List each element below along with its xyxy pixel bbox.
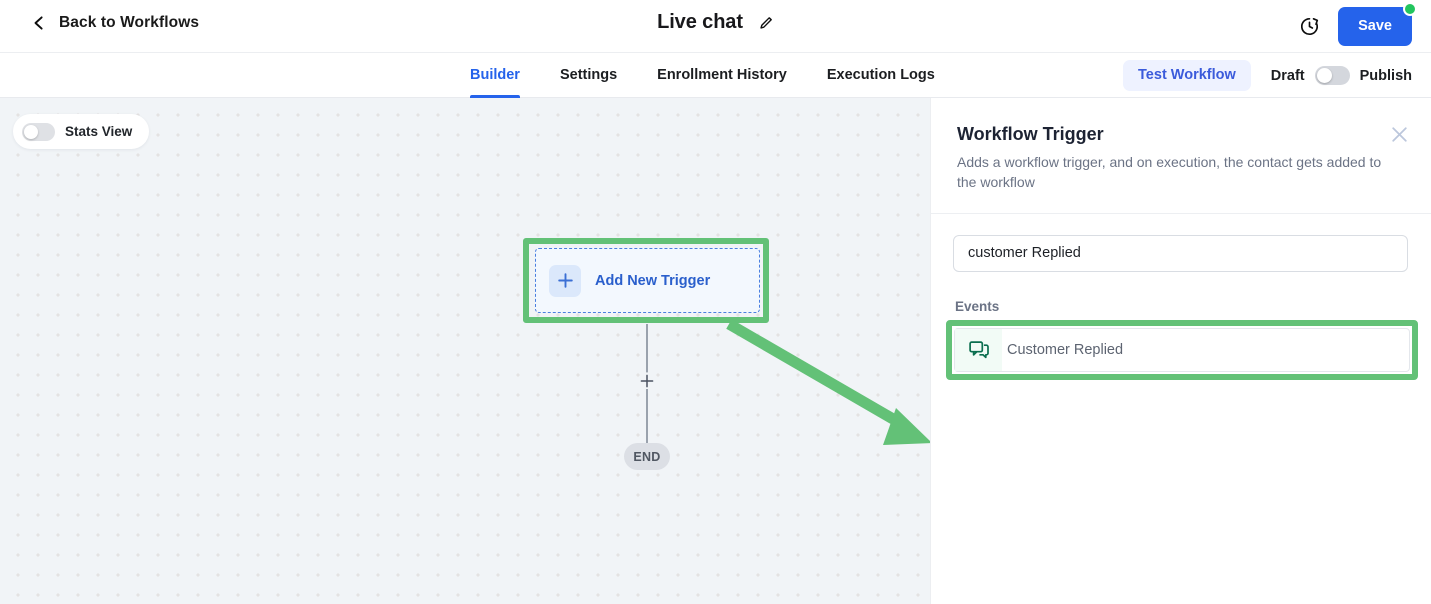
publish-label: Publish (1359, 67, 1412, 84)
panel-header: Workflow Trigger Adds a workflow trigger… (931, 98, 1431, 214)
tab-list: Builder Settings Enrollment History Exec… (470, 53, 975, 98)
tab-bar: Builder Settings Enrollment History Exec… (0, 53, 1431, 98)
end-node[interactable]: END (624, 443, 670, 470)
add-step-plus-icon[interactable] (638, 372, 656, 390)
tab-builder-label: Builder (470, 67, 520, 83)
draft-label: Draft (1270, 67, 1305, 84)
tab-enrollment-history-label: Enrollment History (657, 67, 787, 83)
publish-toggle[interactable] (1314, 66, 1350, 85)
tab-execution-logs[interactable]: Execution Logs (827, 53, 935, 98)
unsaved-changes-dot (1403, 2, 1417, 16)
panel-body: Events (931, 214, 1431, 314)
test-workflow-label: Test Workflow (1138, 67, 1236, 83)
chat-bubbles-icon (955, 329, 1002, 371)
connector-line-upper (646, 324, 648, 374)
page-title: Live chat (657, 11, 743, 33)
stats-view-toggle[interactable] (22, 122, 55, 141)
pencil-icon[interactable] (759, 15, 774, 30)
panel-title: Workflow Trigger (957, 124, 1104, 144)
tab-settings[interactable]: Settings (560, 53, 617, 98)
workflow-builder-app: Back to Workflows Live chat Save Builder… (0, 0, 1431, 604)
events-section-label: Events (955, 298, 1000, 314)
tab-settings-label: Settings (559, 67, 618, 83)
stats-view-label: Stats View (65, 124, 133, 139)
annotation-arrow (726, 319, 930, 445)
tab-bar-actions: Test Workflow Draft Publish (1123, 60, 1412, 91)
event-name: Customer Replied (1007, 342, 1124, 358)
workflow-title-group: Live chat (0, 11, 1431, 34)
publish-toggle-knob (1316, 68, 1332, 83)
stats-view-toggle-knob (24, 124, 38, 139)
top-bar: Back to Workflows Live chat Save (0, 0, 1431, 53)
workflow-canvas[interactable]: Stats View Add New Trigger END (0, 98, 930, 604)
add-new-trigger-node[interactable]: Add New Trigger (535, 248, 760, 313)
tab-builder[interactable]: Builder (470, 53, 520, 98)
trigger-search-input[interactable] (953, 234, 1408, 272)
stats-view-toggle-pill[interactable]: Stats View (13, 114, 150, 149)
tab-execution-logs-label: Execution Logs (826, 67, 935, 83)
top-bar-actions: Save (1299, 2, 1417, 46)
add-new-trigger-label: Add New Trigger (595, 272, 711, 289)
end-node-label: END (633, 449, 661, 464)
clock-history-icon[interactable] (1299, 16, 1320, 37)
close-icon[interactable] (1390, 125, 1409, 144)
connector-line-lower (646, 389, 648, 444)
event-item-customer-replied[interactable]: Customer Replied (954, 328, 1410, 372)
tab-enrollment-history[interactable]: Enrollment History (657, 53, 787, 98)
save-button[interactable]: Save (1338, 2, 1417, 46)
test-workflow-button[interactable]: Test Workflow (1123, 60, 1251, 91)
save-button-label: Save (1358, 18, 1392, 34)
panel-description: Adds a workflow trigger, and on executio… (957, 154, 1382, 191)
plus-icon (549, 264, 581, 297)
